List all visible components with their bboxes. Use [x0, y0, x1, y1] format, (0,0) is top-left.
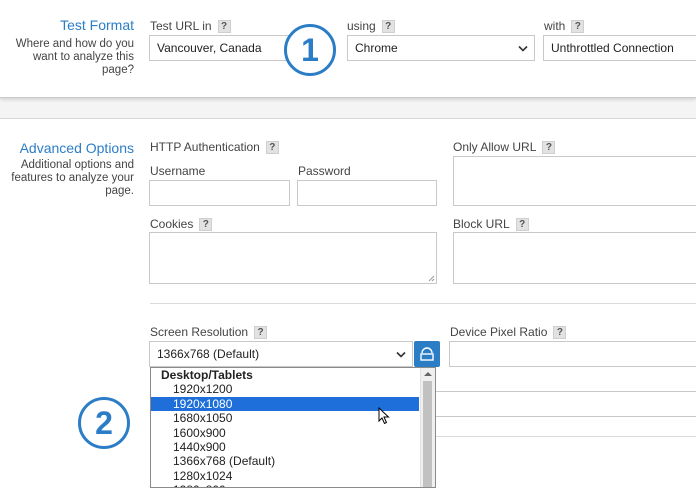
scroll-up-icon[interactable]: [424, 371, 432, 377]
option-1366x768-default[interactable]: 1366x768 (Default): [151, 454, 435, 468]
screen-resolution-select[interactable]: 1366x768 (Default): [149, 341, 413, 367]
username-label: Username: [150, 164, 206, 178]
http-auth-label: HTTP Authentication?: [150, 140, 279, 154]
option-1600x900[interactable]: 1600x900: [151, 426, 435, 440]
option-1920x1200[interactable]: 1920x1200: [151, 382, 435, 396]
rotate-screen-button[interactable]: [414, 341, 440, 367]
help-icon[interactable]: ?: [217, 20, 231, 33]
chevron-down-icon: [396, 351, 406, 358]
option-1280x1024[interactable]: 1280x1024: [151, 469, 435, 483]
chevron-down-icon: [518, 45, 528, 52]
cookies-label: Cookies?: [150, 217, 213, 231]
help-icon[interactable]: ?: [254, 326, 268, 339]
help-icon[interactable]: ?: [265, 141, 279, 154]
screen-resolution-label: Screen Resolution?: [150, 325, 268, 339]
help-icon[interactable]: ?: [199, 218, 213, 231]
test-format-description: Where and how do you want to analyze thi…: [15, 38, 134, 76]
scrollbar-thumb[interactable]: [423, 381, 432, 487]
mouse-pointer-icon: [378, 407, 390, 425]
device-pixel-ratio-label: Device Pixel Ratio?: [450, 325, 567, 339]
resolution-dropdown-list[interactable]: Desktop/Tablets 1920x1200 1920x1080 1680…: [150, 367, 436, 488]
step-badge-1: 1: [284, 24, 336, 76]
option-1440x900[interactable]: 1440x900: [151, 440, 435, 454]
resize-handle-icon[interactable]: [427, 274, 435, 282]
option-1280x800[interactable]: 1280x800: [151, 483, 435, 487]
password-input[interactable]: [297, 180, 437, 206]
block-url-label: Block URL?: [453, 217, 529, 231]
advanced-options-description: Additional options and features to analy…: [11, 159, 134, 197]
dropdown-scrollbar[interactable]: [420, 368, 435, 487]
test-url-label: Test URL in?: [150, 19, 231, 33]
help-icon[interactable]: ?: [381, 20, 395, 33]
username-input[interactable]: [149, 180, 290, 206]
only-allow-url-textarea[interactable]: [453, 156, 696, 206]
section-divider: [430, 436, 696, 437]
browser-select[interactable]: Chrome: [347, 35, 535, 61]
test-format-title: Test Format: [60, 17, 134, 33]
hidden-field[interactable]: [410, 391, 696, 417]
password-label: Password: [298, 164, 351, 178]
using-label: using?: [347, 19, 395, 33]
section-divider: [150, 303, 696, 304]
optgroup-desktop-tablets: Desktop/Tablets: [161, 368, 253, 382]
screen-rotate-icon: [420, 347, 434, 361]
help-icon[interactable]: ?: [515, 218, 529, 231]
help-icon[interactable]: ?: [542, 141, 556, 154]
with-label: with?: [544, 19, 585, 33]
connection-select[interactable]: Unthrottled Connection: [543, 35, 696, 61]
device-pixel-ratio-input[interactable]: [449, 341, 696, 367]
help-icon[interactable]: ?: [571, 20, 585, 33]
block-url-textarea[interactable]: [453, 232, 696, 284]
cookies-textarea[interactable]: [149, 232, 437, 284]
only-allow-url-label: Only Allow URL?: [453, 140, 556, 154]
option-1680x1050[interactable]: 1680x1050: [151, 411, 435, 425]
step-badge-2: 2: [78, 397, 130, 449]
help-icon[interactable]: ?: [553, 326, 567, 339]
advanced-options-title: Advanced Options: [19, 140, 134, 156]
